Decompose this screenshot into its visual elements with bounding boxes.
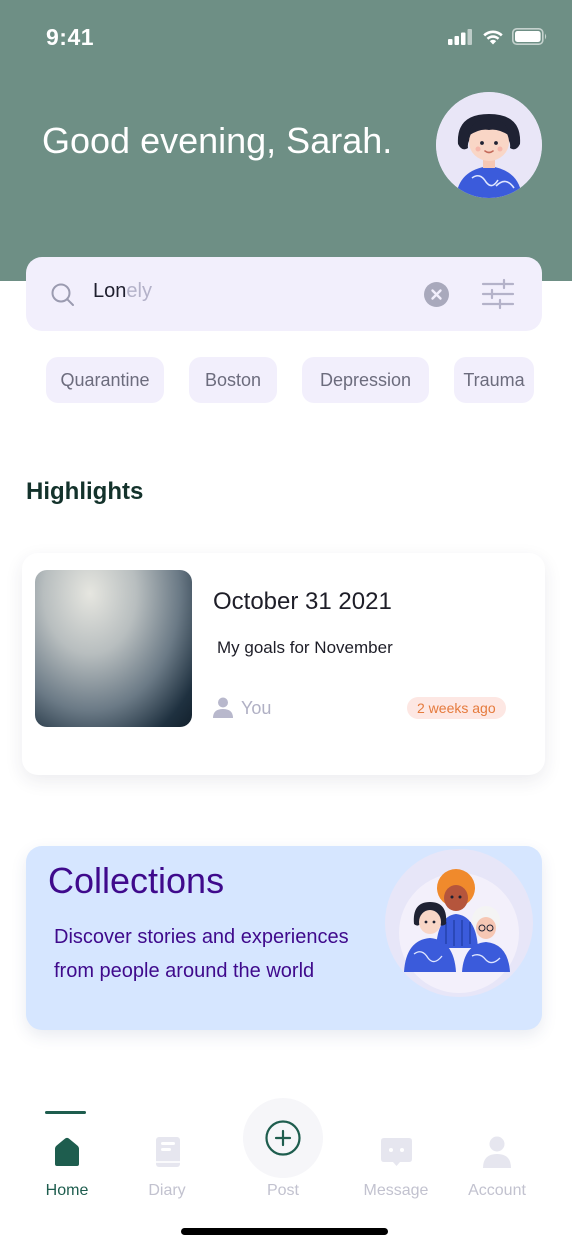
- highlight-card-title: My goals for November: [217, 638, 393, 657]
- chip-trauma[interactable]: Trauma: [454, 357, 534, 403]
- clear-search-icon[interactable]: [424, 282, 449, 307]
- collections-description: Discover stories and experiences from pe…: [54, 926, 349, 982]
- highlight-card-author: You: [241, 698, 272, 718]
- filter-icon[interactable]: [481, 278, 515, 310]
- time-ago-badge: 2 weeks ago: [407, 697, 506, 719]
- message-icon[interactable]: [380, 1137, 413, 1167]
- home-icon[interactable]: [53, 1137, 81, 1167]
- nav-account-label[interactable]: Account: [447, 1182, 547, 1200]
- status-icons: [448, 28, 548, 45]
- chip-depression[interactable]: Depression: [302, 357, 429, 403]
- nav-message-label[interactable]: Message: [346, 1182, 446, 1200]
- nav-diary-label[interactable]: Diary: [117, 1182, 217, 1200]
- user-avatar-illustration: [436, 92, 542, 198]
- wifi-icon: [483, 30, 503, 44]
- user-avatar[interactable]: [436, 92, 542, 198]
- nav-home-label[interactable]: Home: [17, 1182, 117, 1200]
- chip-boston[interactable]: Boston: [189, 357, 277, 403]
- search-suggestion-text: ely: [126, 280, 152, 302]
- search-typed-text: Lon: [93, 280, 127, 302]
- signal-icon: [448, 28, 472, 45]
- search-input[interactable]: Lonely: [93, 280, 152, 303]
- highlight-card-date: October 31 2021: [213, 588, 392, 615]
- battery-icon: [512, 28, 547, 45]
- greeting-title: Good evening, Sarah.: [42, 120, 393, 161]
- person-icon: [213, 697, 233, 718]
- status-time: 9:41: [46, 24, 95, 50]
- plus-circle-icon[interactable]: [265, 1120, 301, 1156]
- people-group-illustration: [385, 849, 533, 997]
- home-indicator: [181, 1228, 388, 1235]
- nav-active-indicator: [45, 1111, 86, 1114]
- book-icon[interactable]: [155, 1136, 181, 1168]
- user-icon[interactable]: [483, 1136, 511, 1168]
- search-icon: [51, 283, 74, 306]
- highlights-title: Highlights: [26, 478, 144, 505]
- highlight-card-image: [35, 570, 192, 727]
- chip-quarantine[interactable]: Quarantine: [46, 357, 164, 403]
- collections-title: Collections: [48, 860, 225, 901]
- home-screen: 9:41 Good evening, Sarah. Lonely Quarant…: [0, 0, 572, 1246]
- nav-post-label[interactable]: Post: [233, 1182, 333, 1200]
- status-bar: 9:41: [0, 0, 572, 76]
